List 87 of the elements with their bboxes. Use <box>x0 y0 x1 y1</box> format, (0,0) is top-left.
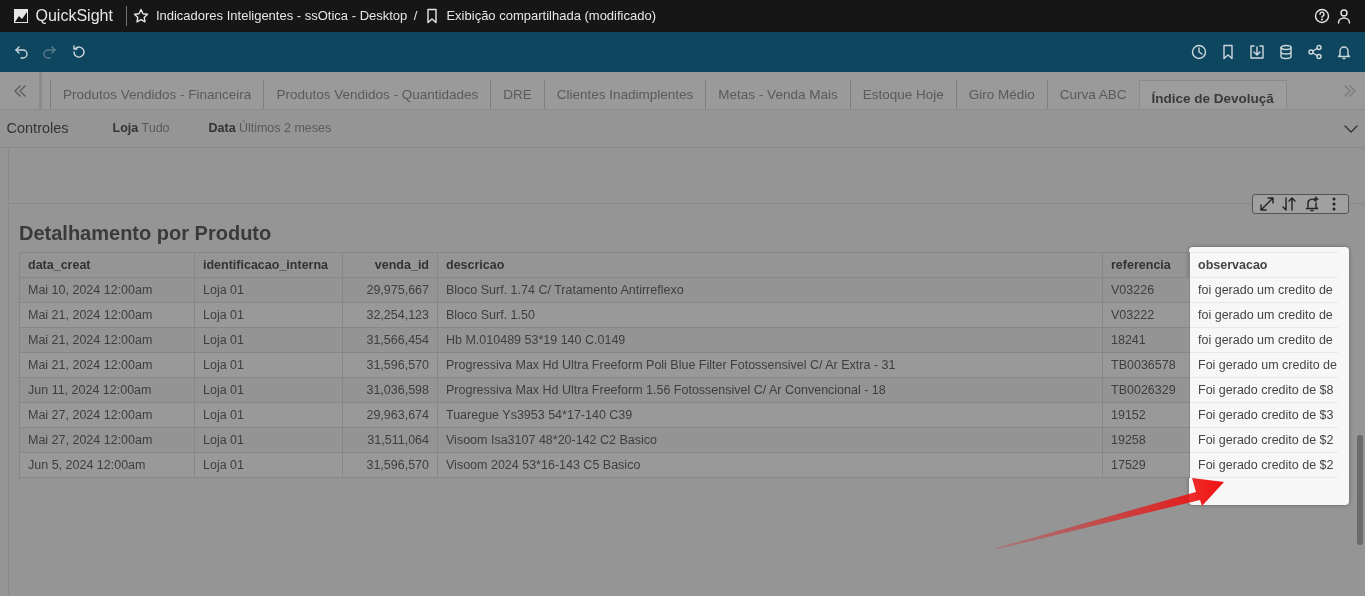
sheet-tab[interactable]: Metas - Venda Mais <box>705 80 850 109</box>
table-cell: foi gerado um credito de <box>1189 302 1338 328</box>
table-cell: TB0036578 <box>1102 352 1190 378</box>
sheet-tab[interactable]: Produtos Vendidos - Quantidades <box>263 80 491 109</box>
bell-plus-icon[interactable] <box>1303 196 1320 212</box>
table-cell: Loja 01 <box>194 377 343 403</box>
table-cell: 31,511,064 <box>342 427 438 453</box>
table-cell: Loja 01 <box>194 277 343 303</box>
table-cell: Mai 10, 2024 12:00am <box>19 277 195 303</box>
table-cell: Jun 11, 2024 12:00am <box>19 377 195 403</box>
table-cell: Loja 01 <box>194 327 343 353</box>
table-cell: Foi gerado credito de $3 <box>1189 402 1338 428</box>
user-icon[interactable] <box>1336 8 1352 24</box>
table-cell: Mai 27, 2024 12:00am <box>19 402 195 428</box>
column-header[interactable]: identificacao_interna <box>194 252 343 278</box>
table-cell: Loja 01 <box>194 402 343 428</box>
table-cell: Mai 21, 2024 12:00am <box>19 352 195 378</box>
table-cell: Loja 01 <box>194 452 343 478</box>
table-cell: Tuaregue Ys3953 54*17-140 C39 <box>437 402 1103 428</box>
table-cell: 18241 <box>1102 327 1190 353</box>
sheet-tab[interactable]: Estoque Hoje <box>849 80 956 109</box>
column-header[interactable]: referencia <box>1102 252 1190 278</box>
undo-icon[interactable] <box>13 44 29 60</box>
table-cell: Bloco Surf. 1.50 <box>437 302 1103 328</box>
visual-title: Detalhamento por Produto <box>19 221 273 246</box>
table-cell: Mai 27, 2024 12:00am <box>19 427 195 453</box>
table-cell: 31,596,570 <box>342 452 438 478</box>
app-name[interactable]: QuickSight <box>35 4 113 28</box>
table-cell: Mai 21, 2024 12:00am <box>19 302 195 328</box>
table-cell: 29,963,674 <box>342 402 438 428</box>
sheet-tab[interactable]: Giro Médio <box>955 80 1047 109</box>
table-cell: 31,036,598 <box>342 377 438 403</box>
table-cell: Loja 01 <box>194 302 343 328</box>
table-cell: Visoom Isa3107 48*20-142 C2 Basico <box>437 427 1103 453</box>
scrollbar[interactable] <box>1357 435 1363 545</box>
table-cell: Loja 01 <box>194 352 343 378</box>
sheet-tab[interactable]: Clientes Inadimplentes <box>543 80 706 109</box>
table-cell: Bloco Surf. 1.74 C/ Tratamento Antirreflexo <box>437 277 1103 303</box>
clock-icon[interactable] <box>1191 44 1207 60</box>
table-cell: TB0026329 <box>1102 377 1190 403</box>
table-cell: Progressiva Max Hd Ultra Freeform 1.56 Fotossensivel C/ Ar Convencional - 18 <box>437 377 1103 403</box>
table-cell: V03226 <box>1102 277 1190 303</box>
star-icon[interactable] <box>133 8 150 24</box>
table-cell: 29,975,667 <box>342 277 438 303</box>
table-cell: 19258 <box>1102 427 1190 453</box>
table-cell: Hb M.010489 53*19 140 C.0149 <box>437 327 1103 353</box>
bell-icon[interactable] <box>1336 44 1352 60</box>
table-cell: Foi gerado credito de $2 <box>1189 452 1338 478</box>
share-icon[interactable] <box>1307 44 1323 60</box>
view-title: Exibição compartilhada (modificado) <box>446 7 656 26</box>
table-cell: foi gerado um credito de <box>1189 277 1338 303</box>
database-icon[interactable] <box>1278 44 1294 60</box>
table-cell: Foi gerado um credito de <box>1189 352 1338 378</box>
sheet-tab[interactable]: DRE <box>490 80 544 109</box>
filter-control[interactable]: Data Últimos 2 meses <box>208 119 332 138</box>
table-cell: 19152 <box>1102 402 1190 428</box>
controls-title: Controles <box>6 118 69 138</box>
breadcrumb-separator: / <box>413 7 418 26</box>
table-cell: Foi gerado credito de $2 <box>1189 427 1338 453</box>
reset-icon[interactable] <box>71 44 87 60</box>
table-cell: V03222 <box>1102 302 1190 328</box>
table-cell: Foi gerado credito de $8 <box>1189 377 1338 403</box>
table-cell: 31,596,570 <box>342 352 438 378</box>
logo-icon[interactable] <box>13 8 29 24</box>
table-cell: foi gerado um credito de <box>1189 327 1338 353</box>
table-cell: Mai 21, 2024 12:00am <box>19 327 195 353</box>
sheet-tab[interactable]: Curva ABC <box>1046 80 1139 109</box>
table-cell: 17529 <box>1102 452 1190 478</box>
table-cell: Loja 01 <box>194 427 343 453</box>
help-icon[interactable] <box>1313 8 1330 24</box>
dashboard-title: Indicadores Inteligentes - ssOtica - Desktop <box>155 7 408 26</box>
table-cell: Jun 5, 2024 12:00am <box>19 452 195 478</box>
sheet-tab[interactable]: Índice de Devoluçã <box>1138 80 1287 109</box>
filter-control[interactable]: Loja Tudo <box>112 119 170 138</box>
table-cell: 32,254,123 <box>342 302 438 328</box>
column-header[interactable]: venda_id <box>342 252 438 278</box>
bookmark-icon[interactable] <box>1220 44 1236 60</box>
column-header[interactable]: observacao <box>1189 252 1338 278</box>
column-header[interactable]: data_creat <box>19 252 195 278</box>
sheet-tab[interactable]: Produtos Vendidos - Financeira <box>50 80 264 109</box>
expand-icon[interactable] <box>1258 196 1275 212</box>
table-cell: Visoom 2024 53*16-143 C5 Basico <box>437 452 1103 478</box>
download-icon[interactable] <box>1249 44 1265 60</box>
table-cell: 31,566,454 <box>342 327 438 353</box>
sort-icon[interactable] <box>1281 196 1297 212</box>
column-header[interactable]: descricao <box>437 252 1103 278</box>
table-cell: Progressiva Max Hd Ultra Freeform Poli Blue Filter Fotossensivel C/ Ar Extra - 31 <box>437 352 1103 378</box>
